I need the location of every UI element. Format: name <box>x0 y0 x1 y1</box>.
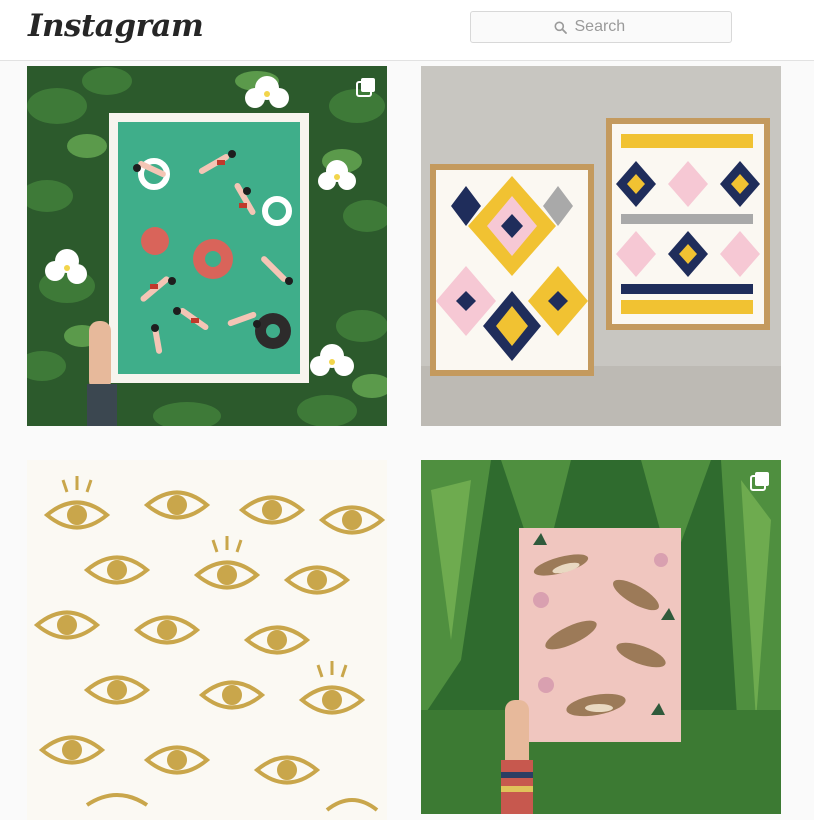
gold-eyes-pattern-image <box>27 460 387 820</box>
post-thumbnail-3[interactable] <box>27 460 387 820</box>
search-box[interactable] <box>470 11 732 43</box>
swimmers-poster-photo <box>27 66 387 426</box>
multiple-photos-icon <box>356 78 375 97</box>
search-icon <box>554 21 567 34</box>
geometric-prints-photo <box>421 66 781 426</box>
otters-poster-photo <box>421 460 781 814</box>
post-thumbnail-4[interactable] <box>421 460 781 814</box>
search-input[interactable] <box>574 18 649 36</box>
multiple-photos-icon <box>750 472 769 491</box>
post-thumbnail-1[interactable] <box>27 66 387 426</box>
post-thumbnail-2[interactable] <box>421 66 781 426</box>
top-bar: Instagram <box>0 0 814 61</box>
instagram-logo[interactable]: Instagram <box>28 8 204 44</box>
